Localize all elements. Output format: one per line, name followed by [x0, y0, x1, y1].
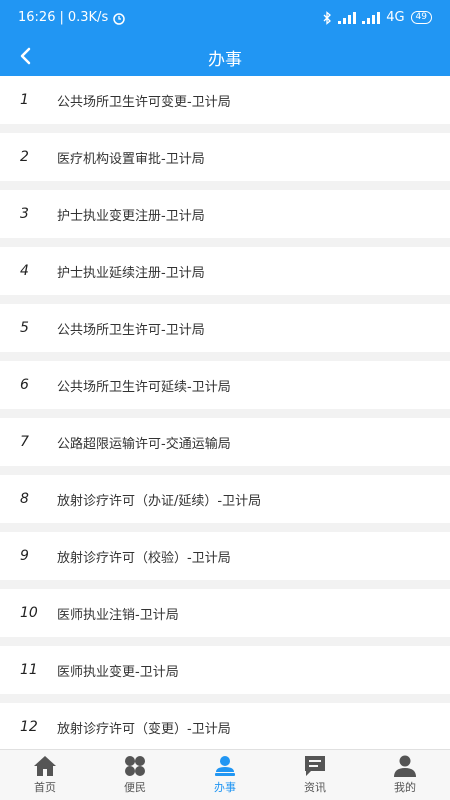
signal-icon-2 [362, 11, 381, 24]
list-item[interactable]: 10 医师执业注销-卫计局 [0, 589, 450, 637]
tab-label: 便民 [124, 781, 146, 794]
item-name: 护士执业延续注册-卫计局 [57, 265, 205, 281]
clover-icon [125, 756, 145, 776]
user-stamp-icon [215, 756, 235, 776]
tab-mine[interactable]: 我的 [360, 750, 450, 800]
status-right: 4G 49 [322, 10, 432, 25]
list-item[interactable]: 5 公共场所卫生许可-卫计局 [0, 304, 450, 352]
item-number: 7 [20, 434, 29, 450]
item-number: 3 [20, 206, 29, 222]
tab-affairs[interactable]: 办事 [180, 750, 270, 800]
item-number: 11 [20, 662, 38, 678]
item-name: 放射诊疗许可（办证/延续）-卫计局 [57, 493, 262, 509]
item-name: 医疗机构设置审批-卫计局 [57, 151, 205, 167]
status-speed: 0.3K/s [67, 10, 109, 25]
page-title: 办事 [208, 50, 242, 70]
list-item[interactable]: 6 公共场所卫生许可延续-卫计局 [0, 361, 450, 409]
item-number: 6 [20, 377, 29, 393]
item-number: 5 [20, 320, 29, 336]
tab-label: 首页 [34, 781, 56, 794]
tab-home[interactable]: 首页 [0, 750, 90, 800]
bottom-tab-bar: 首页 便民 办事 资讯 我的 [0, 749, 450, 800]
list-item[interactable]: 1 公共场所卫生许可变更-卫计局 [0, 76, 450, 124]
bluetooth-icon [323, 10, 332, 25]
item-number: 4 [20, 263, 29, 279]
item-number: 1 [20, 92, 29, 108]
tab-label: 办事 [214, 781, 236, 794]
item-name: 公共场所卫生许可延续-卫计局 [57, 379, 231, 395]
tab-convenience[interactable]: 便民 [90, 750, 180, 800]
item-number: 9 [20, 548, 29, 564]
status-left: 16:26 | 0.3K/s [18, 10, 126, 25]
list-item[interactable]: 11 医师执业变更-卫计局 [0, 646, 450, 694]
item-number: 8 [20, 491, 29, 507]
item-name: 公共场所卫生许可变更-卫计局 [57, 94, 231, 110]
list-item[interactable]: 9 放射诊疗许可（校验）-卫计局 [0, 532, 450, 580]
item-name: 护士执业变更注册-卫计局 [57, 208, 205, 224]
item-number: 12 [20, 719, 38, 735]
list-item[interactable]: 8 放射诊疗许可（办证/延续）-卫计局 [0, 475, 450, 523]
battery-icon: 49 [410, 11, 432, 24]
status-bar: 16:26 | 0.3K/s 4G 49 [0, 0, 450, 36]
message-icon [305, 756, 325, 776]
item-name: 公共场所卫生许可-卫计局 [57, 322, 205, 338]
header-bar: 办事 [0, 36, 450, 76]
list-item[interactable]: 3 护士执业变更注册-卫计局 [0, 190, 450, 238]
tab-label: 资讯 [304, 781, 326, 794]
network-type: 4G [386, 10, 405, 25]
tab-news[interactable]: 资讯 [270, 750, 360, 800]
item-number: 2 [20, 149, 29, 165]
affairs-list: 1 公共场所卫生许可变更-卫计局 2 医疗机构设置审批-卫计局 3 护士执业变更… [0, 76, 450, 760]
list-item[interactable]: 12 放射诊疗许可（变更）-卫计局 [0, 703, 450, 751]
item-name: 医师执业变更-卫计局 [57, 664, 179, 680]
item-name: 公路超限运输许可-交通运输局 [57, 436, 231, 452]
list-item[interactable]: 4 护士执业延续注册-卫计局 [0, 247, 450, 295]
alarm-icon [113, 12, 125, 25]
status-time: 16:26 [18, 10, 56, 25]
tab-label: 我的 [394, 781, 416, 794]
item-number: 10 [20, 605, 38, 621]
list-item[interactable]: 2 医疗机构设置审批-卫计局 [0, 133, 450, 181]
list-item[interactable]: 7 公路超限运输许可-交通运输局 [0, 418, 450, 466]
item-name: 放射诊疗许可（变更）-卫计局 [57, 721, 231, 737]
home-icon [34, 756, 56, 776]
person-icon [394, 755, 416, 777]
item-name: 放射诊疗许可（校验）-卫计局 [57, 550, 231, 566]
item-name: 医师执业注销-卫计局 [57, 607, 179, 623]
signal-icon [338, 11, 357, 24]
